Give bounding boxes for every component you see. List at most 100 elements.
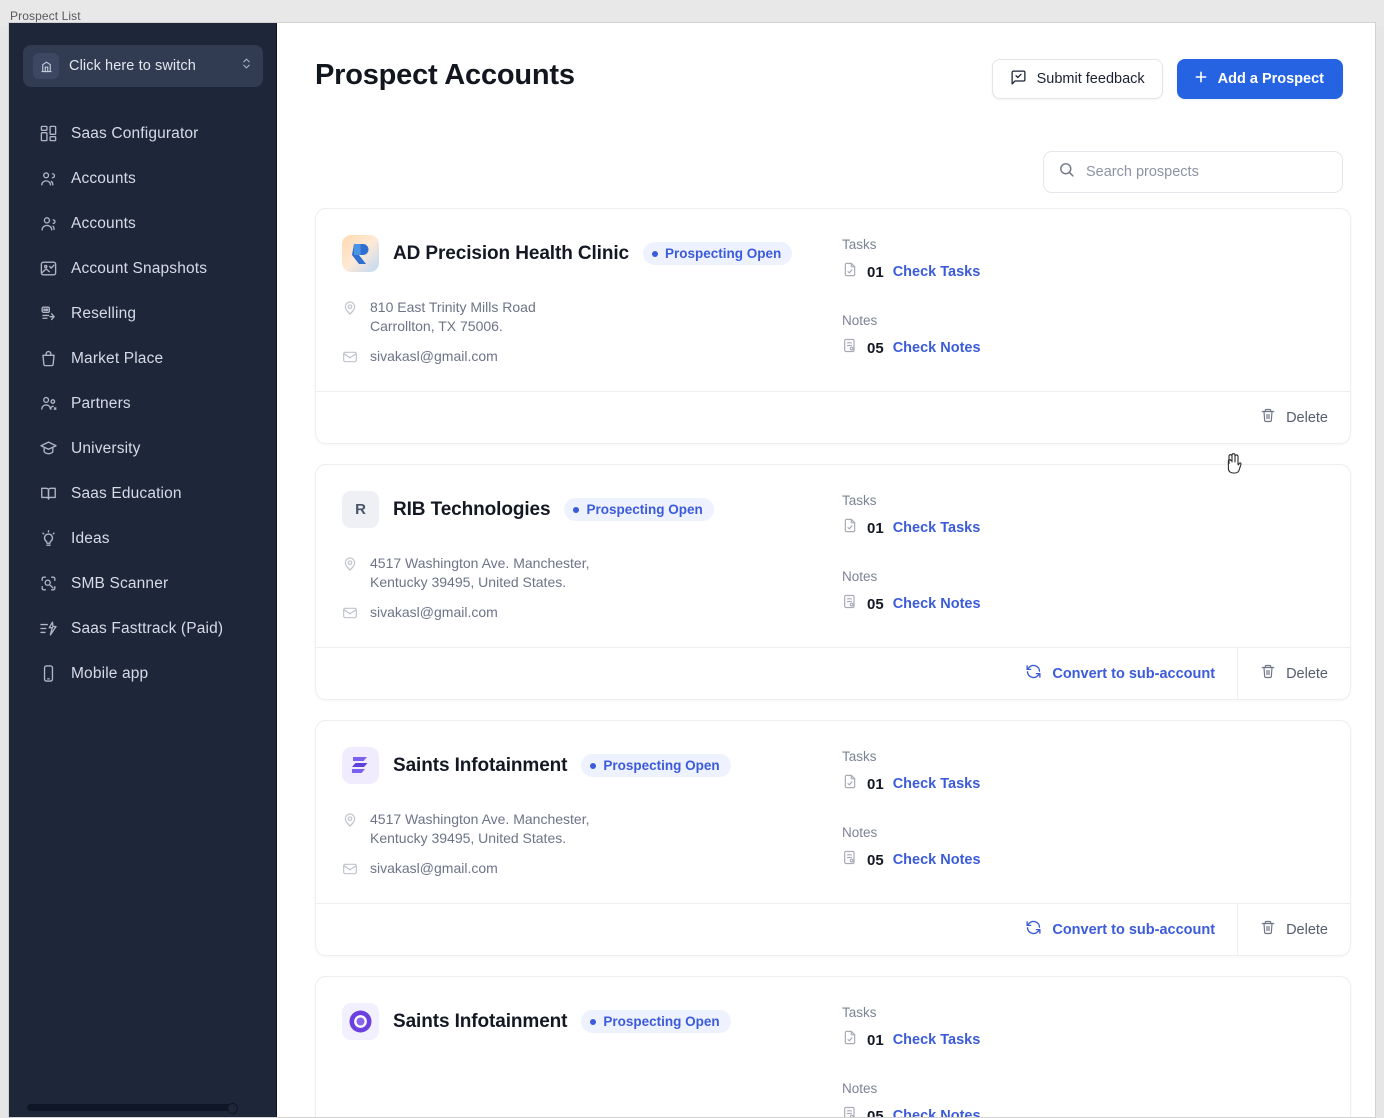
notes-block: Notes 05 Check Notes	[842, 569, 1324, 615]
prospect-address: 810 East Trinity Mills Road Carrollton, …	[342, 298, 842, 336]
prospect-address: 4517 Washington Ave. Manchester, Kentuck…	[342, 554, 842, 592]
mail-icon	[342, 605, 358, 626]
prospect-name: RIB Technologies	[393, 498, 551, 520]
prospect-card[interactable]: R RIB Technologies Prospecting Open 4517…	[315, 464, 1351, 700]
sidebar-item-mobile-app[interactable]: Mobile app	[9, 651, 277, 696]
address-line-2: Kentucky 39495, United States.	[370, 574, 567, 590]
prospect-name: Saints Infotainment	[393, 1010, 568, 1032]
delete-button[interactable]: Delete	[1238, 648, 1350, 700]
card-left-column: R RIB Technologies Prospecting Open 4517…	[342, 491, 842, 637]
check-notes-link[interactable]: Check Notes	[893, 852, 981, 868]
prospect-avatar-initial: R	[342, 491, 379, 528]
status-badge: Prospecting Open	[643, 242, 793, 265]
sidebar-item-label: Account Snapshots	[71, 259, 208, 277]
sidebar-item-label: Accounts	[71, 214, 136, 232]
search-icon	[1058, 161, 1075, 183]
sidebar-item-saas-education[interactable]: Saas Education	[9, 471, 277, 516]
notes-label: Notes	[842, 1081, 878, 1096]
prospect-header: AD Precision Health Clinic Prospecting O…	[342, 235, 842, 272]
prospect-logo-icon	[342, 747, 379, 784]
check-notes-link[interactable]: Check Notes	[893, 596, 981, 612]
card-right-column: Tasks 01 Check Tasks Notes 05 Check Note…	[842, 235, 1324, 381]
card-footer: Convert to sub-account Delete	[316, 647, 1350, 699]
tasks-row: 01 Check Tasks	[842, 517, 1324, 539]
prospect-card-list: AD Precision Health Clinic Prospecting O…	[315, 208, 1351, 1117]
prospect-email: sivakasl@gmail.com	[342, 859, 842, 882]
status-badge-label: Prospecting Open	[603, 758, 720, 773]
search-prospects-box[interactable]	[1043, 151, 1343, 193]
convert-label: Convert to sub-account	[1052, 665, 1216, 682]
prospect-address-text: 4517 Washington Ave. Manchester, Kentuck…	[370, 554, 589, 592]
prospect-card[interactable]: Saints Infotainment Prospecting Open Tas…	[315, 976, 1351, 1117]
prospect-card[interactable]: Saints Infotainment Prospecting Open 451…	[315, 720, 1351, 956]
card-footer: Delete	[316, 391, 1350, 443]
status-badge-label: Prospecting Open	[586, 502, 703, 517]
trash-icon	[1260, 663, 1276, 684]
sidebar-item-university[interactable]: University	[9, 426, 277, 471]
status-dot-icon	[652, 250, 659, 257]
tasks-label: Tasks	[842, 1005, 877, 1020]
tasks-block: Tasks 01 Check Tasks	[842, 749, 1324, 795]
sidebar-item-account-snapshots[interactable]: Account Snapshots	[9, 246, 277, 291]
address-line-1: 810 East Trinity Mills Road	[370, 299, 536, 315]
notes-label: Notes	[842, 313, 878, 328]
window-title: Prospect List	[10, 9, 81, 23]
prospect-logo-icon	[342, 1003, 379, 1040]
sidebar-horizontal-scrollbar[interactable]	[27, 1103, 238, 1114]
notes-label: Notes	[842, 825, 878, 840]
address-line-2: Kentucky 39495, United States.	[370, 830, 567, 846]
prospect-meta: 810 East Trinity Mills Road Carrollton, …	[342, 298, 842, 370]
prospect-email: sivakasl@gmail.com	[342, 603, 842, 626]
prospect-card[interactable]: AD Precision Health Clinic Prospecting O…	[315, 208, 1351, 444]
page-title: Prospect Accounts	[315, 59, 575, 91]
user-group-icon	[39, 214, 58, 233]
sidebar-item-ideas[interactable]: Ideas	[9, 516, 277, 561]
sidebar-item-reselling[interactable]: Reselling	[9, 291, 277, 336]
sidebar-item-accounts[interactable]: Accounts	[9, 201, 277, 246]
notes-label: Notes	[842, 569, 878, 584]
mobile-phone-icon	[39, 664, 58, 683]
check-notes-link[interactable]: Check Notes	[893, 340, 981, 356]
sidebar-item-saas-configurator[interactable]: Saas Configurator	[9, 111, 277, 156]
check-tasks-link[interactable]: Check Tasks	[893, 1032, 981, 1048]
search-input[interactable]	[1086, 164, 1328, 180]
notes-row: 05 Check Notes	[842, 337, 1324, 359]
card-body: AD Precision Health Clinic Prospecting O…	[316, 209, 1350, 391]
notes-row: 05 Check Notes	[842, 593, 1324, 615]
document-check-icon	[842, 261, 858, 283]
convert-to-subaccount-button[interactable]: Convert to sub-account	[1003, 903, 1239, 955]
delete-button[interactable]: Delete	[1238, 392, 1350, 444]
tasks-block: Tasks 01 Check Tasks	[842, 493, 1324, 539]
tasks-count: 01	[867, 263, 884, 281]
trash-icon	[1260, 919, 1276, 940]
sidebar-item-partners[interactable]: Partners	[9, 381, 277, 426]
sidebar-item-accounts[interactable]: Accounts	[9, 156, 277, 201]
sidebar-item-smb-scanner[interactable]: SMB Scanner	[9, 561, 277, 606]
check-tasks-link[interactable]: Check Tasks	[893, 776, 981, 792]
check-notes-link[interactable]: Check Notes	[893, 1108, 981, 1117]
sidebar-item-market-place[interactable]: Market Place	[9, 336, 277, 381]
scanner-icon	[39, 574, 58, 593]
delete-button[interactable]: Delete	[1238, 904, 1350, 956]
sidebar-nav: Saas Configurator Accounts Accounts Acco…	[9, 111, 277, 696]
card-body: Saints Infotainment Prospecting Open Tas…	[316, 977, 1350, 1117]
prospect-meta: 4517 Washington Ave. Manchester, Kentuck…	[342, 810, 842, 882]
users-icon	[39, 169, 58, 188]
card-right-column: Tasks 01 Check Tasks Notes 05 Check Note…	[842, 1003, 1324, 1117]
tasks-row: 01 Check Tasks	[842, 261, 1324, 283]
notes-icon	[842, 593, 858, 615]
convert-refresh-icon	[1025, 663, 1042, 684]
org-switcher[interactable]: Click here to switch	[23, 45, 263, 87]
check-tasks-link[interactable]: Check Tasks	[893, 264, 981, 280]
notes-icon	[842, 849, 858, 871]
convert-to-subaccount-button[interactable]: Convert to sub-account	[1003, 647, 1239, 699]
status-badge: Prospecting Open	[581, 754, 731, 777]
check-tasks-link[interactable]: Check Tasks	[893, 520, 981, 536]
submit-feedback-button[interactable]: Submit feedback	[991, 59, 1163, 99]
org-switcher-label: Click here to switch	[69, 58, 196, 74]
sidebar-item-saas-fasttrack-paid[interactable]: Saas Fasttrack (Paid)	[9, 606, 277, 651]
prospect-address: 4517 Washington Ave. Manchester, Kentuck…	[342, 810, 842, 848]
tasks-label: Tasks	[842, 237, 877, 252]
add-prospect-button[interactable]: Add a Prospect	[1176, 59, 1343, 99]
prospect-email-text: sivakasl@gmail.com	[370, 604, 498, 620]
